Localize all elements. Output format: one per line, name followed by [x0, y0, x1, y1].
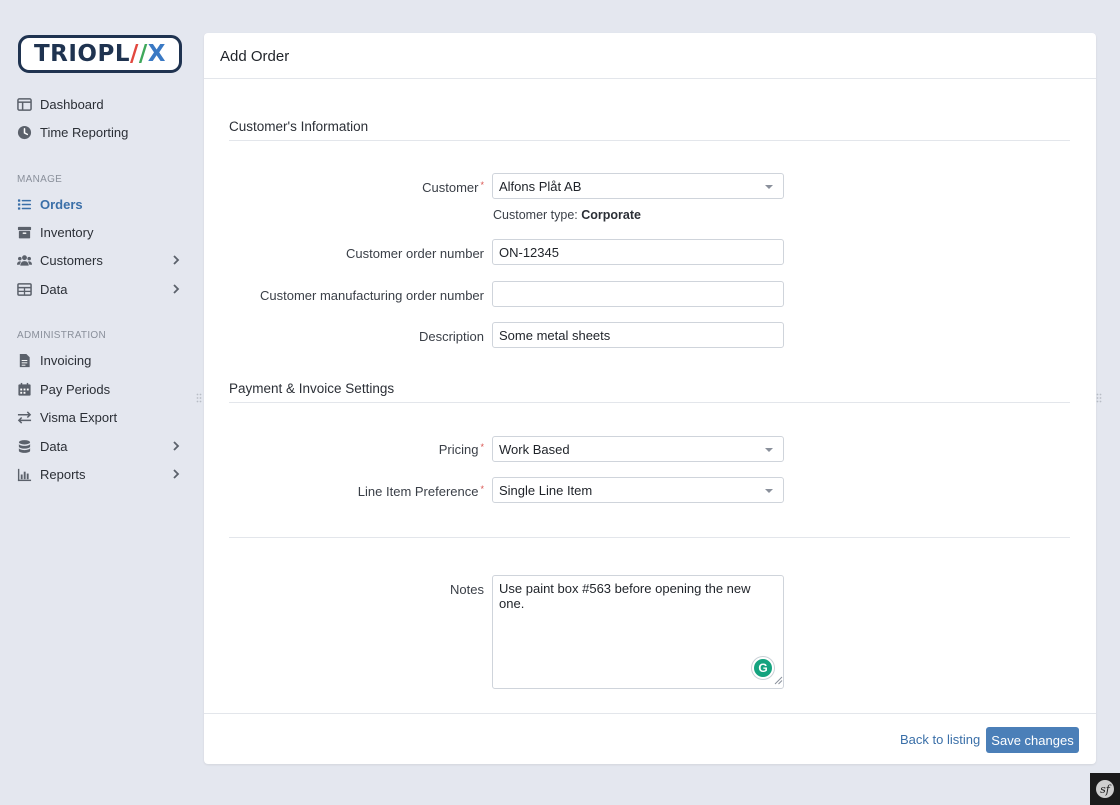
sidebar-item-label: Pay Periods [40, 381, 111, 397]
sidebar-item-admin-data[interactable]: Data [17, 435, 185, 457]
table-icon [17, 282, 32, 297]
sidebar-item-label: Data [40, 281, 68, 297]
file-icon [17, 353, 32, 368]
calendar-icon [17, 382, 32, 397]
sidebar-resize-handle[interactable] [196, 393, 202, 403]
chevron-right-icon [173, 469, 180, 479]
sidebar-item-time-reporting[interactable]: Time Reporting [17, 121, 185, 143]
logo-text: TRIOPL//X [33, 41, 167, 67]
sidebar-item-label: Time Reporting [40, 124, 129, 140]
notes-label: Notes [450, 582, 484, 597]
chevron-down-icon [765, 448, 773, 452]
archive-icon [17, 225, 32, 240]
sidebar-item-inventory[interactable]: Inventory [17, 221, 185, 243]
section-divider [229, 402, 1070, 403]
customer-type-text: Customer type: Corporate [493, 208, 641, 222]
form-footer: Back to listing Save changes [204, 713, 1096, 764]
section-header-administration: ADMINISTRATION [17, 330, 107, 341]
sidebar-item-visma-export[interactable]: Visma Export [17, 406, 185, 428]
columns-icon [17, 97, 32, 112]
section-title-customer: Customer's Information [229, 119, 369, 134]
sidebar-item-pay-periods[interactable]: Pay Periods [17, 378, 185, 400]
chevron-right-icon [173, 441, 180, 451]
section-title-payment: Payment & Invoice Settings [229, 381, 395, 396]
sidebar-item-label: Invoicing [40, 352, 92, 368]
sidebar-item-data[interactable]: Data [17, 278, 185, 300]
back-to-listing-link[interactable]: Back to listing [900, 732, 980, 747]
users-icon [17, 253, 32, 268]
list-icon [17, 197, 32, 212]
sidebar-item-label: Customers [40, 252, 103, 268]
sidebar-item-label: Dashboard [40, 96, 104, 112]
sidebar-item-label: Inventory [40, 224, 94, 240]
sidebar-item-dashboard[interactable]: Dashboard [17, 93, 185, 115]
panel-resize-handle[interactable] [1096, 393, 1102, 403]
required-marker: * [480, 484, 484, 494]
symfony-toolbar-toggle[interactable]: sf [1090, 773, 1120, 805]
section-divider [229, 140, 1070, 141]
order-form-panel: Add Order Customer's Information Custome… [204, 33, 1096, 764]
resize-grip-icon[interactable] [773, 675, 783, 685]
clock-icon [17, 125, 32, 140]
customer-label: Customer * [422, 180, 484, 195]
sidebar-item-reports[interactable]: Reports [17, 463, 185, 485]
order-number-input[interactable] [492, 239, 784, 265]
notes-textarea[interactable]: Use paint box #563 before opening the ne… [492, 575, 784, 689]
chevron-down-icon [765, 489, 773, 493]
required-marker: * [480, 180, 484, 190]
sidebar-item-customers[interactable]: Customers [17, 249, 185, 271]
pricing-select[interactable]: Work Based [492, 436, 784, 462]
sidebar-item-label: Visma Export [40, 409, 118, 425]
required-marker: * [480, 442, 484, 452]
section-divider [229, 537, 1070, 538]
sidebar-item-label: Data [40, 438, 68, 454]
page-title: Add Order [204, 33, 1096, 79]
sidebar-item-label: Reports [40, 466, 86, 482]
mfg-order-input[interactable] [492, 281, 784, 307]
chevron-right-icon [173, 284, 180, 294]
sidebar-item-invoicing[interactable]: Invoicing [17, 349, 185, 371]
grammarly-icon[interactable]: G [752, 657, 774, 679]
database-icon [17, 439, 32, 454]
bar-chart-icon [17, 467, 32, 482]
mfg-order-label: Customer manufacturing order number [260, 288, 484, 303]
sidebar-item-orders[interactable]: Orders [17, 193, 185, 215]
sidebar: TRIOPL//X Dashboard Time Reporting MANAG… [0, 0, 196, 805]
chevron-down-icon [765, 185, 773, 189]
save-changes-button[interactable]: Save changes [986, 727, 1079, 753]
arrows-exchange-icon [17, 410, 32, 425]
description-label: Description [418, 329, 484, 344]
symfony-icon: sf [1096, 780, 1114, 798]
order-number-label: Customer order number [346, 246, 484, 261]
customer-select[interactable]: Alfons Plåt AB [492, 173, 784, 199]
section-header-manage: MANAGE [17, 174, 63, 185]
pricing-label: Pricing * [438, 442, 484, 457]
chevron-right-icon [173, 255, 180, 265]
sidebar-item-label: Orders [40, 196, 83, 212]
line-item-label: Line Item Preference * [357, 484, 484, 499]
brand-logo[interactable]: TRIOPL//X [18, 35, 182, 73]
description-input[interactable] [492, 322, 784, 348]
line-item-select[interactable]: Single Line Item [492, 477, 784, 503]
